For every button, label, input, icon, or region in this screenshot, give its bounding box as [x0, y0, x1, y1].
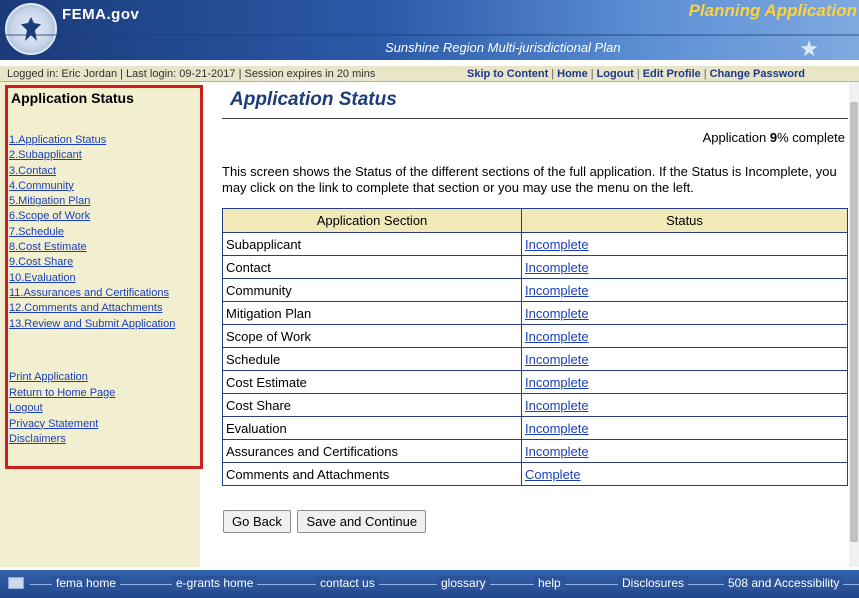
- progress-prefix: Application: [702, 130, 770, 145]
- sidebar-title: Application Status: [11, 90, 134, 106]
- go-back-button[interactable]: Go Back: [223, 510, 291, 533]
- status-link[interactable]: Incomplete: [525, 237, 589, 252]
- top-nav: Skip to Content | Home | Logout | Edit Profile…: [467, 68, 805, 80]
- progress-text: Application 9% complete: [703, 130, 845, 145]
- scrollbar-thumb[interactable]: [850, 102, 858, 542]
- sidebar-item-comments[interactable]: 12.Comments and Attachments: [9, 302, 162, 314]
- progress-value: 9: [769, 130, 778, 145]
- table-row: Cost Share Incomplete: [222, 393, 848, 417]
- table-row: Scope of Work Incomplete: [222, 324, 848, 348]
- table-row: Cost Estimate Incomplete: [222, 370, 848, 394]
- status-link[interactable]: Incomplete: [525, 306, 589, 321]
- table-row: Evaluation Incomplete: [222, 416, 848, 440]
- site-header: FEMA.gov Planning Application Sunshine R…: [0, 0, 859, 60]
- title-divider: [222, 118, 848, 119]
- table-row: Subapplicant Incomplete: [222, 232, 848, 256]
- save-and-continue-button[interactable]: Save and Continue: [297, 510, 427, 533]
- sidebar-item-scope-of-work[interactable]: 6.Scope of Work: [9, 210, 90, 222]
- plan-name: Sunshine Region Multi-jurisdictional Pla…: [385, 40, 621, 55]
- sidebar-item-application-status[interactable]: 1.Application Status: [9, 134, 106, 146]
- status-link[interactable]: Incomplete: [525, 329, 589, 344]
- section-cell: Scope of Work: [222, 324, 522, 348]
- status-link[interactable]: Incomplete: [525, 444, 589, 459]
- disclaimers-link[interactable]: Disclaimers: [9, 433, 66, 445]
- footer-help-link[interactable]: help: [534, 576, 565, 590]
- table-row: Comments and Attachments Complete: [222, 462, 848, 486]
- table-row: Contact Incomplete: [222, 255, 848, 279]
- change-password-link[interactable]: Change Password: [710, 68, 805, 80]
- section-cell: Evaluation: [222, 416, 522, 440]
- status-link[interactable]: Incomplete: [525, 398, 589, 413]
- description-text: This screen shows the Status of the diff…: [222, 164, 837, 195]
- site-footer: fema home e-grants home contact us gloss…: [0, 570, 859, 598]
- section-cell: Subapplicant: [222, 232, 522, 256]
- section-cell: Community: [222, 278, 522, 302]
- sidebar-item-schedule[interactable]: 7.Schedule: [9, 226, 64, 238]
- page-title: Application Status: [230, 89, 397, 110]
- column-header-section: Application Section: [222, 208, 522, 233]
- section-cell: Assurances and Certifications: [222, 439, 522, 463]
- sidebar-logout-link[interactable]: Logout: [9, 402, 43, 414]
- edit-profile-link[interactable]: Edit Profile: [643, 68, 701, 80]
- status-link[interactable]: Incomplete: [525, 260, 589, 275]
- progress-suffix: % complete: [777, 130, 845, 145]
- section-cell: Cost Estimate: [222, 370, 522, 394]
- status-link[interactable]: Incomplete: [525, 352, 589, 367]
- footer-egrants-home-link[interactable]: e-grants home: [172, 576, 258, 590]
- star-icon: ★: [799, 36, 819, 60]
- footer-contact-us-link[interactable]: contact us: [316, 576, 379, 590]
- table-row: Assurances and Certifications Incomplete: [222, 439, 848, 463]
- dhs-seal-logo: [5, 3, 57, 55]
- sidebar-item-mitigation-plan[interactable]: 5.Mitigation Plan: [9, 195, 90, 207]
- status-link[interactable]: Incomplete: [525, 375, 589, 390]
- sidebar-item-contact[interactable]: 3.Contact: [9, 165, 56, 177]
- table-row: Community Incomplete: [222, 278, 848, 302]
- status-link[interactable]: Incomplete: [525, 421, 589, 436]
- table-row: Schedule Incomplete: [222, 347, 848, 371]
- session-info: Logged in: Eric Jordan | Last login: 09-…: [7, 68, 376, 80]
- sidebar-item-assurances[interactable]: 11.Assurances and Certifications: [9, 287, 169, 299]
- status-link[interactable]: Complete: [525, 467, 581, 482]
- sidebar-item-cost-estimate[interactable]: 8.Cost Estimate: [9, 241, 87, 253]
- home-link[interactable]: Home: [557, 68, 588, 80]
- footer-disclosures-link[interactable]: Disclosures: [618, 576, 689, 590]
- app-title: Planning Application: [688, 1, 857, 20]
- skip-to-content-link[interactable]: Skip to Content: [467, 68, 548, 80]
- privacy-statement-link[interactable]: Privacy Statement: [9, 418, 98, 430]
- sidebar-utility-links: Print Application Return to Home Page Lo…: [9, 370, 115, 448]
- sidebar-nav: 1.Application Status 2.Subapplicant 3.Co…: [9, 133, 175, 332]
- sidebar-item-subapplicant[interactable]: 2.Subapplicant: [9, 149, 82, 161]
- sidebar-item-review-submit[interactable]: 13.Review and Submit Application: [9, 318, 175, 330]
- session-bar: Logged in: Eric Jordan | Last login: 09-…: [0, 66, 859, 82]
- section-cell: Comments and Attachments: [222, 462, 522, 486]
- flag-icon: [8, 577, 24, 589]
- sidebar-item-evaluation[interactable]: 10.Evaluation: [9, 272, 76, 284]
- sidebar-item-cost-share[interactable]: 9.Cost Share: [9, 256, 73, 268]
- table-row: Mitigation Plan Incomplete: [222, 301, 848, 325]
- site-title: FEMA.gov: [62, 6, 140, 23]
- status-table: Application Section Status Subapplicant I…: [222, 208, 848, 486]
- return-home-link[interactable]: Return to Home Page: [9, 387, 115, 399]
- section-cell: Mitigation Plan: [222, 301, 522, 325]
- sidebar-item-community[interactable]: 4.Community: [9, 180, 74, 192]
- form-actions: Go Back Save and Continue: [223, 510, 429, 533]
- status-link[interactable]: Incomplete: [525, 283, 589, 298]
- section-cell: Schedule: [222, 347, 522, 371]
- footer-glossary-link[interactable]: glossary: [437, 576, 490, 590]
- section-cell: Cost Share: [222, 393, 522, 417]
- section-cell: Contact: [222, 255, 522, 279]
- print-application-link[interactable]: Print Application: [9, 371, 88, 383]
- logout-link[interactable]: Logout: [597, 68, 634, 80]
- footer-fema-home-link[interactable]: fema home: [52, 576, 121, 590]
- footer-accessibility-link[interactable]: 508 and Accessibility: [724, 576, 844, 590]
- column-header-status: Status: [521, 208, 848, 233]
